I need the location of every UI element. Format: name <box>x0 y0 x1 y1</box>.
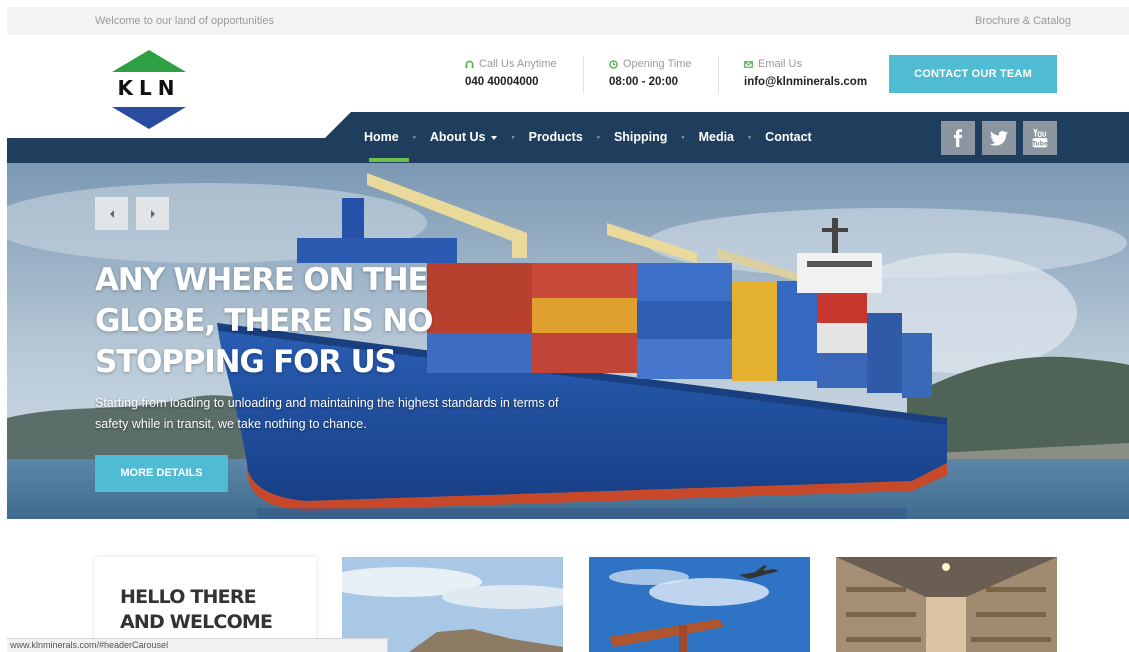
phone-info: Call Us Anytime 040 40004000 <box>465 58 557 88</box>
phone-value[interactable]: 040 40004000 <box>465 76 557 88</box>
facebook-icon <box>954 129 963 147</box>
email-value[interactable]: info@klnminerals.com <box>744 76 867 88</box>
email-info: Email Us info@klnminerals.com <box>744 58 867 88</box>
nav-separator: • <box>511 132 515 142</box>
hero-headline: ANY WHERE ON THE GLOBE, THERE IS NO STOP… <box>95 262 433 380</box>
nav-separator: • <box>412 132 416 142</box>
logo-text: KLN <box>117 76 181 100</box>
warehouse-photo-card[interactable] <box>836 557 1057 652</box>
clock-icon <box>609 59 618 69</box>
nav-separator: • <box>681 132 685 142</box>
nav-item-shipping[interactable]: Shipping <box>612 130 669 144</box>
youtube-button[interactable]: Tube <box>1023 121 1057 155</box>
warehouse-photo <box>836 557 1057 652</box>
nav-item-products[interactable]: Products <box>527 130 585 144</box>
nav-item-media[interactable]: Media <box>697 130 736 144</box>
twitter-icon <box>990 130 1008 146</box>
chevron-right-icon <box>150 209 155 218</box>
headset-icon <box>465 60 474 68</box>
plane-and-crane-photo <box>589 557 810 652</box>
more-details-button[interactable]: MORE DETAILS <box>95 455 228 492</box>
welcome-text: Welcome to our land of opportunities <box>95 15 274 27</box>
carousel-prev-button[interactable] <box>95 197 128 230</box>
divider <box>718 56 719 94</box>
shipping-photo-card[interactable] <box>589 557 810 652</box>
chevron-left-icon <box>109 209 114 218</box>
email-label: Email Us <box>758 58 803 70</box>
phone-label: Call Us Anytime <box>479 58 557 70</box>
hours-label: Opening Time <box>623 58 692 70</box>
chevron-down-icon <box>491 135 498 140</box>
welcome-card-title: HELLO THERE AND WELCOME <box>120 586 273 633</box>
divider <box>583 56 584 94</box>
envelope-icon <box>744 60 753 68</box>
browser-status-bar: www.klnminerals.com/#headerCarousel <box>7 638 388 652</box>
youtube-icon: Tube <box>1032 128 1048 148</box>
nav-item-contact[interactable]: Contact <box>763 130 814 144</box>
facebook-button[interactable] <box>941 121 975 155</box>
active-nav-indicator <box>369 158 409 162</box>
contact-our-team-button[interactable]: CONTACT OUR TEAM <box>889 55 1057 93</box>
nav-item-about-us-label: About Us <box>429 130 486 144</box>
nav-item-about-us[interactable]: About Us <box>428 130 500 144</box>
top-bar: Welcome to our land of opportunities Bro… <box>7 7 1129 35</box>
hours-value: 08:00 - 20:00 <box>609 76 679 88</box>
main-nav: Home • About Us • Products • Shipping • … <box>362 130 814 144</box>
hours-info: Opening Time 08:00 - 20:00 <box>609 58 691 88</box>
nav-separator: • <box>748 132 752 142</box>
brochure-link[interactable]: Brochure & Catalog <box>975 15 1071 27</box>
nav-item-home[interactable]: Home <box>362 130 401 144</box>
hero-subtext: Starting from loading to unloading and m… <box>95 396 559 431</box>
svg-text:Tube: Tube <box>1032 140 1048 147</box>
twitter-button[interactable] <box>982 121 1016 155</box>
carousel-next-button[interactable] <box>136 197 169 230</box>
nav-separator: • <box>596 132 600 142</box>
